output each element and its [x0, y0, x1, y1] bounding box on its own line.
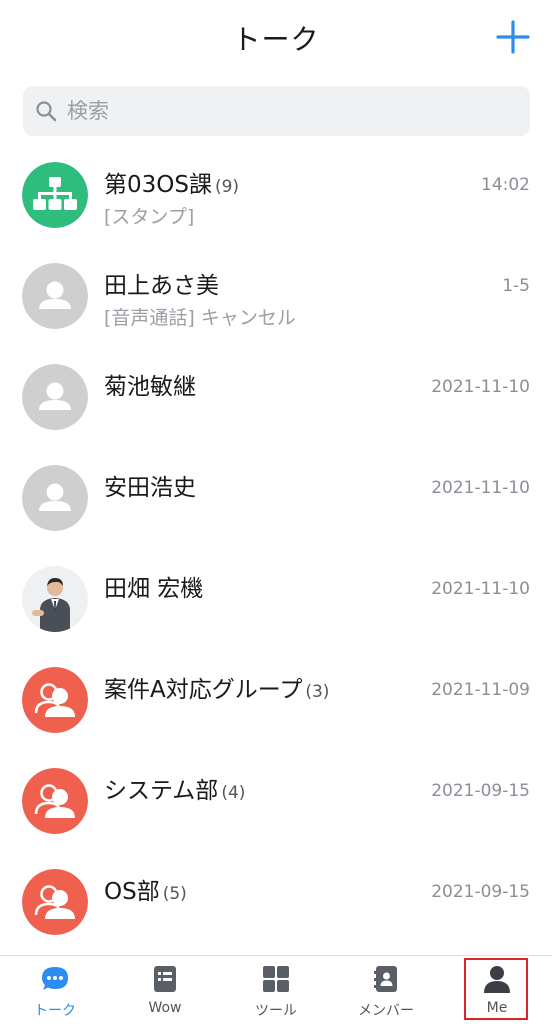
conversation-name-line: 安田浩史 — [104, 468, 199, 502]
search-bar[interactable] — [23, 86, 530, 136]
person-icon — [22, 364, 88, 430]
tab-talk[interactable]: トーク — [0, 956, 110, 1024]
conversation-name: 菊池敏継 — [104, 374, 196, 400]
timestamp: 2021-09-15 — [431, 882, 530, 902]
conversation-name-line: OS部 (5) — [104, 872, 187, 906]
conversation-name: 第03OS課 — [104, 172, 212, 198]
bottom-nav: トーク Wow ツール メンバー Me — [0, 955, 552, 1024]
tab-wow[interactable]: Wow — [110, 956, 220, 1024]
tab-me-label: Me — [486, 1000, 508, 1016]
conversation-name-line: 案件A対応グループ (3) — [104, 670, 329, 704]
timestamp: 14:02 — [481, 175, 530, 195]
conversation-name: 田上あさ美 — [104, 273, 219, 299]
conversation-name: 安田浩史 — [104, 475, 196, 501]
timestamp: 1-5 — [502, 276, 530, 296]
conversation-name-line: 田畑 宏機 — [104, 569, 206, 603]
conversation-list: 第03OS課 (9) [スタンプ] 14:02 田上あさ美 [音声通話] キャンセ… — [0, 146, 552, 954]
list-item[interactable]: 田上あさ美 [音声通話] キャンセル 1-5 — [0, 247, 552, 348]
member-count: (3) — [305, 682, 330, 702]
avatar — [22, 667, 88, 733]
tab-members[interactable]: メンバー — [331, 956, 441, 1024]
chat-bubble-icon — [42, 967, 68, 990]
tab-me[interactable]: Me — [442, 956, 552, 1024]
conversation-name-line: 第03OS課 (9) — [104, 165, 239, 199]
tab-talk-label: トーク — [34, 1003, 76, 1019]
member-count: (5) — [162, 884, 187, 904]
search-input[interactable] — [65, 98, 489, 124]
grid-icon — [263, 966, 289, 992]
group-icon — [22, 869, 88, 935]
person-icon — [22, 465, 88, 531]
tab-wow-label: Wow — [148, 1000, 182, 1016]
avatar — [22, 768, 88, 834]
timestamp: 2021-11-10 — [431, 579, 530, 599]
person-icon — [22, 263, 88, 329]
conversation-name-line: システム部 (4) — [104, 771, 245, 805]
conversation-name: 田畑 宏機 — [104, 576, 204, 602]
list-item[interactable]: OS部 (5) 2021-09-15 — [0, 853, 552, 954]
address-book-icon — [374, 966, 397, 992]
person-icon — [484, 966, 510, 993]
timestamp: 2021-11-10 — [431, 478, 530, 498]
list-item[interactable]: 案件A対応グループ (3) 2021-11-09 — [0, 651, 552, 752]
conversation-name: システム部 — [104, 778, 219, 804]
tab-tools-label: ツール — [255, 1003, 297, 1019]
member-count: (9) — [214, 177, 240, 197]
conversation-name-line: 菊池敏継 — [104, 367, 199, 401]
page-title: トーク — [232, 23, 320, 56]
list-item[interactable]: 田畑 宏機 2021-11-10 — [0, 550, 552, 651]
member-count: (4) — [221, 783, 246, 803]
avatar — [22, 869, 88, 935]
conversation-name-line: 田上あさ美 — [104, 266, 222, 300]
avatar — [22, 263, 88, 329]
group-icon — [22, 667, 88, 733]
org-chart-icon — [22, 162, 88, 228]
timestamp: 2021-11-10 — [431, 377, 530, 397]
app: トーク 検索 第03OS課 (9) [スタンプ] 14:02 田上あさ美 [音声… — [0, 0, 552, 1024]
avatar — [22, 364, 88, 430]
photo-avatar — [22, 566, 88, 632]
tab-members-label: メンバー — [358, 1003, 414, 1019]
conversation-name: 案件A対応グループ — [104, 677, 303, 703]
avatar — [22, 465, 88, 531]
avatar — [22, 162, 88, 228]
avatar — [22, 566, 88, 632]
group-icon — [22, 768, 88, 834]
message-preview: [音声通話] キャンセル — [104, 307, 296, 329]
plus-icon — [496, 20, 530, 54]
message-preview: [スタンプ] — [104, 206, 195, 228]
list-item[interactable]: 菊池敏継 2021-11-10 — [0, 348, 552, 449]
list-item[interactable]: 第03OS課 (9) [スタンプ] 14:02 — [0, 146, 552, 247]
timestamp: 2021-11-09 — [431, 680, 530, 700]
list-item[interactable]: 安田浩史 2021-11-10 — [0, 449, 552, 550]
conversation-name: OS部 — [104, 879, 160, 905]
timestamp: 2021-09-15 — [431, 781, 530, 801]
header: トーク — [0, 0, 552, 76]
tab-tools[interactable]: ツール — [221, 956, 331, 1024]
search-icon — [36, 101, 57, 122]
list-document-icon — [154, 966, 176, 992]
add-button[interactable] — [496, 20, 530, 54]
list-item[interactable]: システム部 (4) 2021-09-15 — [0, 752, 552, 853]
